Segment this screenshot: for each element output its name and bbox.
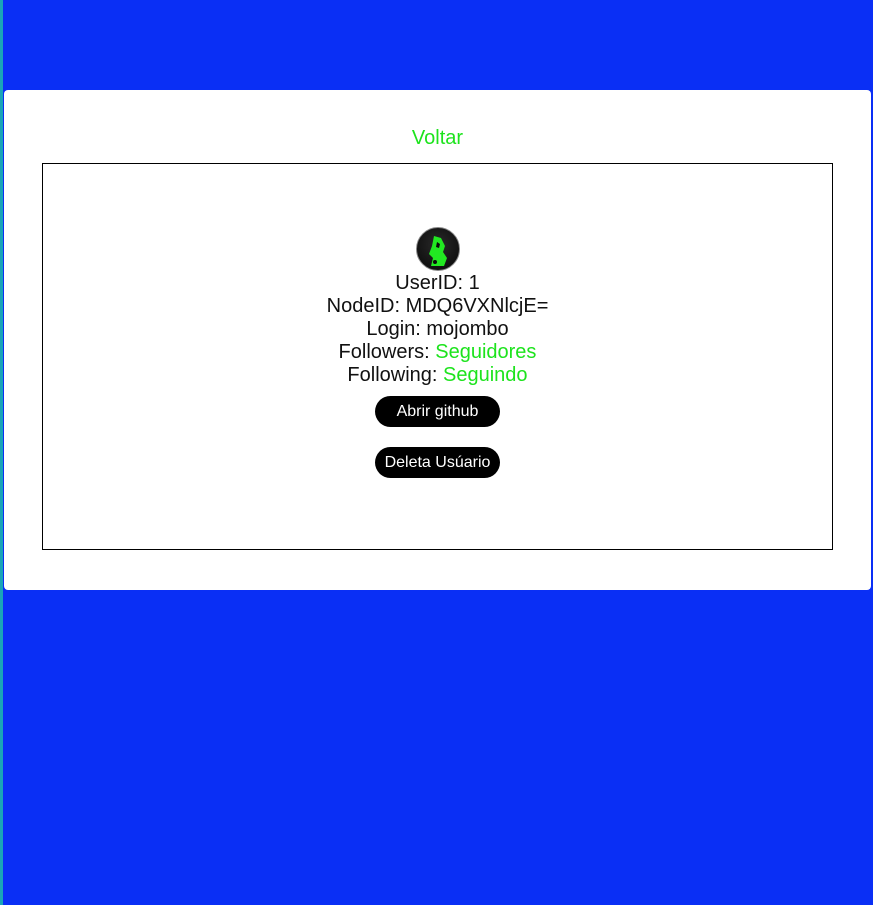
followers-label: Followers:	[338, 341, 430, 363]
window-left-edge	[0, 0, 3, 905]
nodeid-value: MDQ6VXNlcjE=	[405, 295, 549, 317]
following-line: Following: Seguindo	[43, 364, 832, 387]
login-label: Login:	[366, 318, 421, 340]
user-detail-box: UserID: 1 NodeID: MDQ6VXNlcjE= Login: mo…	[42, 163, 833, 550]
following-link[interactable]: Seguindo	[443, 364, 528, 386]
user-info: UserID: 1 NodeID: MDQ6VXNlcjE= Login: mo…	[43, 227, 832, 478]
back-link[interactable]: Voltar	[4, 127, 871, 150]
login-line: Login: mojombo	[43, 318, 832, 341]
open-github-button[interactable]: Abrir github	[375, 396, 500, 427]
nodeid-line: NodeID: MDQ6VXNlcjE=	[43, 295, 832, 318]
userid-line: UserID: 1	[43, 272, 832, 295]
user-avatar-image	[415, 227, 460, 271]
followers-line: Followers: Seguidores	[43, 341, 832, 364]
following-label: Following:	[347, 364, 438, 386]
login-value: mojombo	[426, 318, 509, 340]
nodeid-label: NodeID:	[326, 295, 400, 317]
userid-label: UserID:	[395, 272, 464, 294]
userid-value: 1	[468, 272, 480, 294]
avatar-figure-icon	[428, 236, 447, 266]
delete-user-button[interactable]: Deleta Usúario	[375, 447, 500, 478]
followers-link[interactable]: Seguidores	[435, 341, 536, 363]
user-detail-card: Voltar UserID: 1 NodeID: MDQ6VXNlcjE= Lo…	[4, 90, 871, 590]
